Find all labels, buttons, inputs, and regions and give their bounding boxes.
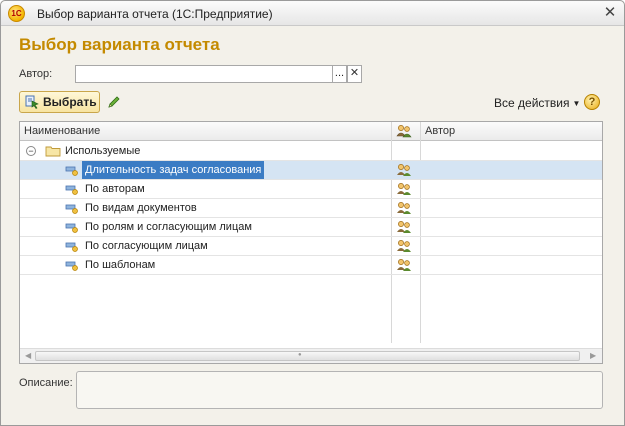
report-variant-icon (65, 223, 78, 233)
author-input[interactable] (75, 65, 332, 83)
scroll-right-icon[interactable]: ▶ (590, 351, 596, 360)
row-author (425, 180, 431, 198)
close-button[interactable]: ✕ (601, 4, 619, 22)
group-label: Используемые (65, 145, 141, 157)
select-button-label: Выбрать (43, 95, 97, 109)
report-variant-icon (65, 204, 78, 214)
scrollbar-thumb[interactable] (35, 351, 580, 361)
table-row[interactable]: По согласующим лицам (20, 237, 602, 256)
all-actions-menu[interactable]: Все действия ▼ (494, 96, 580, 110)
description-field[interactable] (76, 371, 603, 409)
scroll-left-icon[interactable]: ◀ (25, 351, 31, 360)
table-header: Наименование Автор (20, 122, 602, 141)
table-row[interactable]: По шаблонам (20, 256, 602, 275)
table-row[interactable]: По ролям и согласующим лицам (20, 218, 602, 237)
chevron-down-icon: ▼ (572, 99, 581, 108)
collapse-toggle-icon[interactable]: − (26, 146, 36, 156)
row-author (425, 237, 431, 255)
row-name: По авторам (85, 183, 145, 195)
row-name: По шаблонам (85, 259, 156, 271)
app-logo-icon: 1С (8, 5, 25, 22)
row-author (425, 161, 431, 179)
row-name: По ролям и согласующим лицам (85, 221, 252, 233)
tree-group-row[interactable]: − Используемые (20, 142, 602, 161)
author-users-icon (397, 221, 411, 233)
column-header-name[interactable]: Наименование (24, 122, 100, 141)
table-row[interactable]: Длительность задач согласования (20, 161, 602, 180)
description-label: Описание: (19, 377, 73, 389)
form-title: Выбор варианта отчета (19, 35, 220, 54)
author-label: Автор: (19, 68, 53, 80)
author-clear-button[interactable]: ✕ (347, 65, 362, 83)
row-name: Длительность задач согласования (82, 161, 265, 179)
column-header-author[interactable]: Автор (425, 122, 455, 141)
all-actions-label: Все действия (494, 96, 570, 110)
author-users-icon (397, 202, 411, 214)
select-report-icon (25, 95, 39, 109)
report-variant-icon (65, 166, 78, 176)
row-author (425, 199, 431, 217)
table-row[interactable]: По видам документов (20, 199, 602, 218)
row-author (425, 218, 431, 236)
select-button[interactable]: Выбрать (19, 91, 100, 113)
report-variants-table[interactable]: Наименование Автор − Используемые Длител… (19, 121, 603, 364)
pencil-icon[interactable] (106, 94, 122, 110)
author-users-icon[interactable] (396, 124, 412, 139)
horizontal-scrollbar[interactable]: ◀ ● ▶ (20, 348, 602, 363)
author-users-icon (397, 259, 411, 271)
report-variant-window: 1С Выбор варианта отчета (1С:Предприятие… (0, 0, 625, 426)
scroll-grip-icon: ● (298, 352, 302, 358)
row-author (425, 256, 431, 274)
table-row[interactable]: По авторам (20, 180, 602, 199)
report-variant-icon (65, 185, 78, 195)
folder-icon (45, 146, 61, 157)
report-variant-icon (65, 261, 78, 271)
help-icon[interactable]: ? (584, 94, 600, 110)
author-users-icon (397, 240, 411, 252)
title-bar[interactable]: 1С Выбор варианта отчета (1С:Предприятие… (1, 1, 624, 26)
report-variant-icon (65, 242, 78, 252)
author-users-icon (397, 164, 411, 176)
row-name: По видам документов (85, 202, 197, 214)
author-users-icon (397, 183, 411, 195)
window-title: Выбор варианта отчета (1С:Предприятие) (37, 7, 273, 21)
row-name: По согласующим лицам (85, 240, 208, 252)
author-select-button[interactable]: ... (332, 65, 347, 83)
